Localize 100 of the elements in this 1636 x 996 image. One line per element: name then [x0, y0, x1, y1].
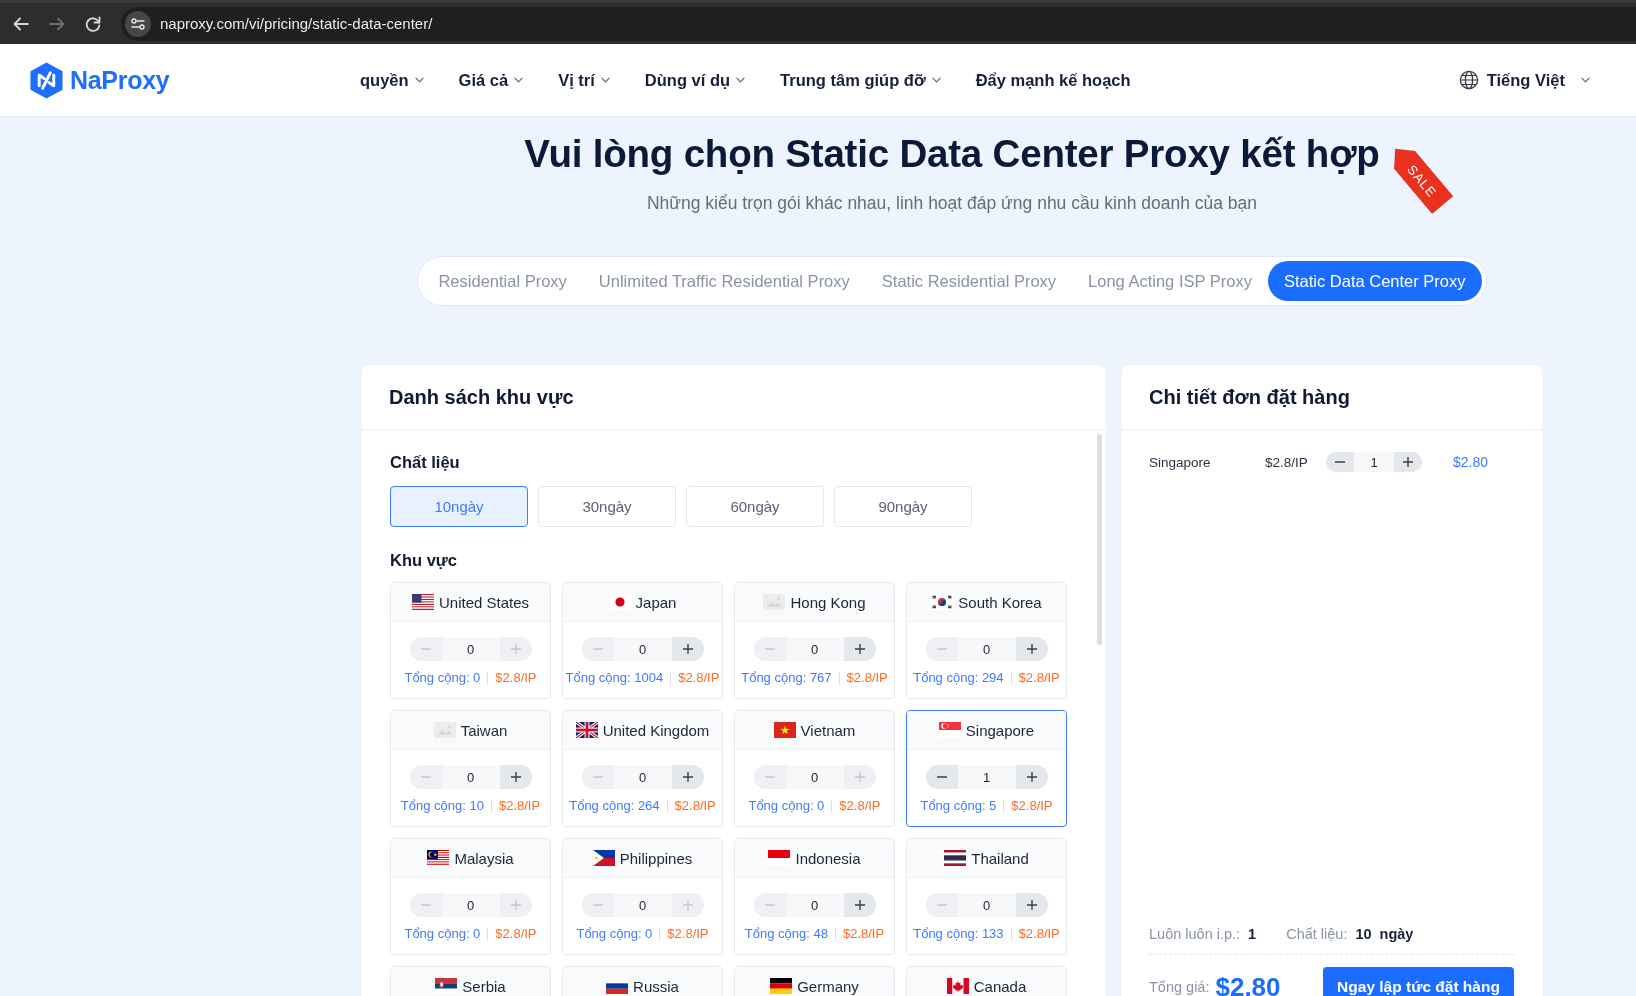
increase-button[interactable] — [671, 765, 704, 789]
region-name: Russia — [633, 977, 679, 995]
unit-price: $2.8/IP — [846, 670, 888, 686]
logo-text[interactable]: NaProxy — [70, 65, 170, 95]
region-card[interactable]: Taiwan 0 Tổng cộng: 10 $2.8/IP — [390, 710, 551, 827]
plus-icon — [681, 899, 694, 911]
increase-button[interactable] — [1015, 765, 1048, 789]
duration-option[interactable]: 60ngày — [686, 486, 824, 527]
flag-icon — [770, 978, 793, 994]
language-selector[interactable]: Tiếng Việt — [1458, 70, 1590, 90]
product-tab[interactable]: Static Data Center Proxy — [1267, 261, 1482, 301]
chevron-down-icon — [1581, 77, 1590, 83]
quantity-field[interactable]: 0 — [785, 637, 844, 661]
region-name: Taiwan — [460, 721, 508, 739]
scrollbar-thumb[interactable] — [1097, 434, 1102, 645]
region-name: Philippines — [619, 849, 693, 867]
globe-icon — [1458, 70, 1479, 90]
region-name: Serbia — [462, 977, 506, 995]
nav-menu-item[interactable]: Vị trí — [558, 70, 610, 90]
stock-count: Tổng cộng: 0 — [748, 798, 825, 814]
region-card[interactable]: Vietnam 0 Tổng cộng: 0 $2.8/IP — [734, 710, 895, 827]
region-card[interactable]: Russia — [562, 966, 723, 996]
decrease-button[interactable] — [1326, 452, 1354, 472]
region-card[interactable]: Serbia — [390, 966, 551, 996]
order-button[interactable]: Ngay lập tức đặt hàng — [1323, 967, 1514, 996]
nav-menu-item[interactable]: quyền — [360, 70, 424, 90]
site-settings-icon[interactable] — [125, 10, 151, 37]
quantity-field[interactable]: 1 — [957, 765, 1016, 789]
region-card[interactable]: United Kingdom 0 Tổng cộng: 264 $2.8/IP — [562, 710, 723, 827]
quantity-field[interactable]: 0 — [613, 893, 672, 917]
quantity-field[interactable]: 1 — [1354, 452, 1394, 472]
flag-icon — [575, 722, 598, 738]
flag-icon — [592, 850, 615, 866]
decrease-button[interactable] — [925, 765, 958, 789]
unit-price: $2.8/IP — [842, 926, 885, 942]
unit-price: $2.8/IP — [674, 798, 716, 814]
quantity-field[interactable]: 0 — [441, 637, 500, 661]
increase-button[interactable] — [1015, 893, 1048, 917]
region-card[interactable]: Germany — [734, 966, 895, 996]
item-unit-price: $2.8/IP — [1265, 454, 1309, 470]
region-card[interactable]: Indonesia 0 Tổng cộng: 48 $2.8/IP — [734, 838, 895, 955]
summary-unit: ngày — [1379, 926, 1414, 942]
region-card[interactable]: United States 0 Tổng cộng: 0 $2.8/IP — [390, 582, 551, 699]
plus-icon — [1402, 456, 1414, 468]
flag-icon — [411, 594, 434, 610]
plus-icon — [1025, 899, 1038, 911]
page-title: Vui lòng chọn Static Data Center Proxy kết hợp — [524, 132, 1380, 175]
increase-button[interactable] — [499, 765, 532, 789]
quantity-field[interactable]: 0 — [441, 893, 500, 917]
nav-menu-item[interactable]: Trung tâm giúp đỡ — [780, 70, 941, 90]
summary-value: 10 — [1355, 926, 1372, 942]
stock-count: Tổng cộng: 264 — [569, 798, 660, 814]
address-bar[interactable]: naproxy.com/vi/pricing/static-data-center/ — [121, 6, 1636, 41]
item-name: Singapore — [1149, 454, 1212, 470]
section-label: Chất liệu — [390, 452, 461, 472]
stock-count: Tổng cộng: 10 — [400, 798, 484, 814]
quantity-field[interactable]: 0 — [613, 637, 672, 661]
quantity-field[interactable]: 0 — [441, 765, 500, 789]
plus-icon — [1025, 643, 1038, 655]
nav-menu-item[interactable]: Đẩy mạnh kế hoạch — [975, 70, 1131, 90]
duration-option[interactable]: 90ngày — [834, 486, 972, 527]
quantity-field[interactable]: 0 — [957, 893, 1016, 917]
summary-label: Chất liệu: — [1286, 926, 1348, 942]
region-card[interactable]: Canada — [906, 966, 1067, 996]
summary-label: Luôn luôn i.p.: — [1149, 926, 1241, 942]
region-card[interactable]: Japan 0 Tổng cộng: 1004 $2.8/IP — [562, 582, 723, 699]
flag-icon — [606, 978, 629, 994]
flag-icon — [435, 978, 458, 994]
quantity-field[interactable]: 0 — [785, 765, 844, 789]
flag-icon — [768, 850, 791, 866]
quantity-field[interactable]: 0 — [785, 893, 844, 917]
flag-icon — [773, 722, 796, 738]
region-card[interactable]: South Korea 0 Tổng cộng: 294 $2.8/IP — [906, 582, 1067, 699]
region-card[interactable]: Malaysia 0 Tổng cộng: 0 $2.8/IP — [390, 838, 551, 955]
flag-icon — [931, 594, 954, 610]
reload-icon[interactable] — [84, 14, 102, 33]
unit-price: $2.8/IP — [498, 798, 541, 814]
nav-menu-item[interactable]: Dùng ví dụ — [644, 70, 746, 90]
nav-menu-item[interactable]: Giá cả — [458, 70, 524, 90]
region-card[interactable]: Singapore 1 Tổng cộng: 5 $2.8/IP — [906, 710, 1067, 827]
region-name: Indonesia — [795, 849, 861, 867]
total-label: Tổng giá: — [1149, 979, 1210, 995]
region-card[interactable]: Hong Kong 0 Tổng cộng: 767 $2.8/IP — [734, 582, 895, 699]
increase-button[interactable] — [843, 893, 876, 917]
region-name: United States — [438, 593, 530, 611]
chevron-down-icon — [931, 77, 941, 83]
quantity-field[interactable]: 0 — [613, 765, 672, 789]
logo-icon[interactable] — [30, 61, 63, 99]
unit-price: $2.8/IP — [839, 798, 881, 814]
stock-count: Tổng cộng: 0 — [404, 670, 481, 686]
increase-button[interactable] — [671, 637, 704, 661]
region-card[interactable]: Philippines 0 Tổng cộng: 0 $2.8/IP — [562, 838, 723, 955]
region-card[interactable]: Thailand 0 Tổng cộng: 133 $2.8/IP — [906, 838, 1067, 955]
plus-icon — [509, 899, 522, 911]
increase-button[interactable] — [1015, 637, 1048, 661]
duration-option[interactable]: 30ngày — [538, 486, 676, 527]
summary-value: 1 — [1248, 926, 1257, 942]
increase-button[interactable] — [1394, 452, 1422, 472]
increase-button[interactable] — [843, 637, 876, 661]
quantity-field[interactable]: 0 — [957, 637, 1016, 661]
